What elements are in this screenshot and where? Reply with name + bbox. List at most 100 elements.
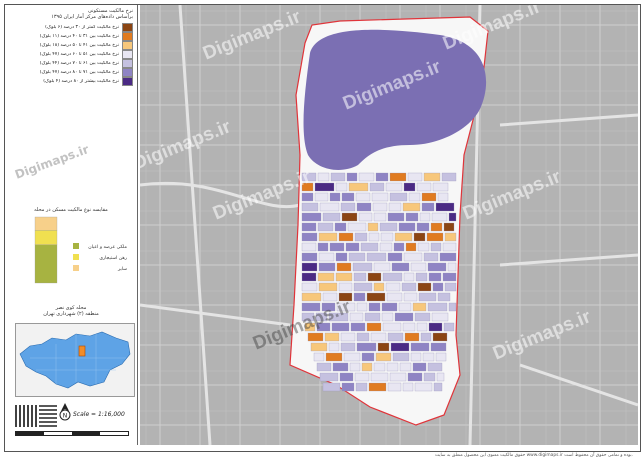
city-block <box>419 212 431 222</box>
city-block <box>432 182 449 192</box>
legend-watermark: Digimaps.ir <box>12 142 91 182</box>
city-block <box>426 232 444 242</box>
city-block <box>352 262 373 272</box>
city-block <box>414 312 431 322</box>
city-block <box>381 312 394 322</box>
legend-swatch <box>122 22 133 32</box>
chart-legend-label-2: سایر <box>117 267 127 272</box>
city-block <box>422 352 435 362</box>
city-block <box>417 282 432 292</box>
city-block <box>356 202 372 212</box>
city-block <box>301 192 314 202</box>
city-block <box>443 222 455 232</box>
scale-bar <box>15 431 129 436</box>
legend-label: نرخ مالکیت کمتر از ۳۰ درصد (۶ بلوک) <box>45 24 119 30</box>
city-block <box>437 192 449 202</box>
city-block <box>448 302 457 312</box>
city-block <box>338 282 353 292</box>
city-block <box>435 352 447 362</box>
city-block <box>402 322 416 332</box>
city-block <box>430 342 447 352</box>
city-block <box>427 362 443 372</box>
city-block <box>392 352 410 362</box>
city-block <box>432 282 444 292</box>
city-block <box>322 212 341 222</box>
city-block <box>435 202 455 212</box>
city-block <box>421 192 437 202</box>
locator-title-line2: منطقه (۲) شهرداری تهران <box>43 311 99 317</box>
city-block <box>373 262 391 272</box>
city-block <box>355 192 371 202</box>
city-block <box>301 222 317 232</box>
city-block <box>341 192 355 202</box>
city-block <box>335 252 348 262</box>
qr-code-icon-2 <box>39 405 57 427</box>
city-block <box>399 362 412 372</box>
city-block <box>373 212 387 222</box>
city-block <box>324 332 340 342</box>
city-block <box>328 342 340 352</box>
city-block <box>389 192 408 202</box>
city-block <box>448 212 457 222</box>
city-block <box>447 262 457 272</box>
city-block <box>317 222 334 232</box>
city-block <box>387 382 402 392</box>
tehran-outline <box>19 331 131 389</box>
ownership-chart-svg: ملکی عرصه و اعیان رهن استیجاری سایر <box>34 216 128 284</box>
city-block <box>328 312 349 322</box>
city-block <box>379 222 398 232</box>
legend-item: نرخ مالکیت کمتر از ۳۰ درصد (۶ بلوک) <box>5 22 137 32</box>
legend-item: نرخ مالکیت بین ۳۱ تا ۴۰ درصد (۱۱ بلوک) <box>5 31 137 41</box>
legend-swatch <box>122 31 133 41</box>
city-block <box>423 252 439 262</box>
city-block <box>336 302 356 312</box>
legend-label: نرخ مالکیت بین ۴۱ تا ۵۰ درصد (۱۸ بلوک) <box>39 42 119 48</box>
map-canvas[interactable]: Digimaps.ir Digimaps.ir Digimaps.ir Digimap… <box>140 5 638 445</box>
city-block <box>430 242 442 252</box>
city-block <box>385 182 403 192</box>
city-block <box>439 252 457 262</box>
city-block <box>321 302 336 312</box>
legend-item: نرخ مالکیت بین ۶۱ تا ۷۰ درصد (۴۴ بلوک) <box>5 58 137 68</box>
city-block <box>301 272 317 282</box>
city-block <box>345 242 360 252</box>
city-block <box>364 312 381 322</box>
city-block <box>410 262 427 272</box>
city-block <box>402 202 421 212</box>
city-block <box>301 172 317 182</box>
city-block <box>301 292 322 302</box>
scale-text: Scale = 1:16,000 <box>73 411 125 418</box>
city-block <box>431 212 448 222</box>
city-block <box>301 242 317 252</box>
legend-swatch <box>122 49 133 59</box>
city-block <box>318 282 338 292</box>
city-block <box>394 232 413 242</box>
city-block <box>436 372 445 382</box>
city-block <box>353 272 367 282</box>
city-block <box>368 382 387 392</box>
city-block <box>335 272 353 282</box>
city-block <box>322 292 338 302</box>
legend-item: نرخ مالکیت بین ۵۱ تا ۶۰ درصد (۴۷ بلوک) <box>5 49 137 59</box>
city-block <box>331 322 350 332</box>
city-block <box>316 322 331 332</box>
legend-items: نرخ مالکیت کمتر از ۳۰ درصد (۶ بلوک) نرخ م… <box>5 22 137 86</box>
city-block <box>348 252 366 262</box>
city-block <box>393 242 405 252</box>
city-block <box>381 302 398 312</box>
legend-label: نرخ مالکیت بین ۷۱ تا ۸۰ درصد (۴۷ بلوک) <box>39 69 119 75</box>
city-block <box>347 222 367 232</box>
ownership-chart: ملکی عرصه و اعیان رهن استیجاری سایر <box>27 213 137 289</box>
city-block <box>350 322 366 332</box>
city-block <box>408 192 421 202</box>
city-block <box>355 382 368 392</box>
city-block <box>301 282 318 292</box>
city-block <box>412 362 427 372</box>
city-block <box>322 382 341 392</box>
city-block <box>340 342 356 352</box>
city-block <box>398 222 416 232</box>
city-block <box>391 262 410 272</box>
city-block <box>301 232 318 242</box>
legend-panel: نرخ مالکیت مستکونی براساس داده‌های مرکز … <box>5 5 138 445</box>
city-block <box>368 232 380 242</box>
